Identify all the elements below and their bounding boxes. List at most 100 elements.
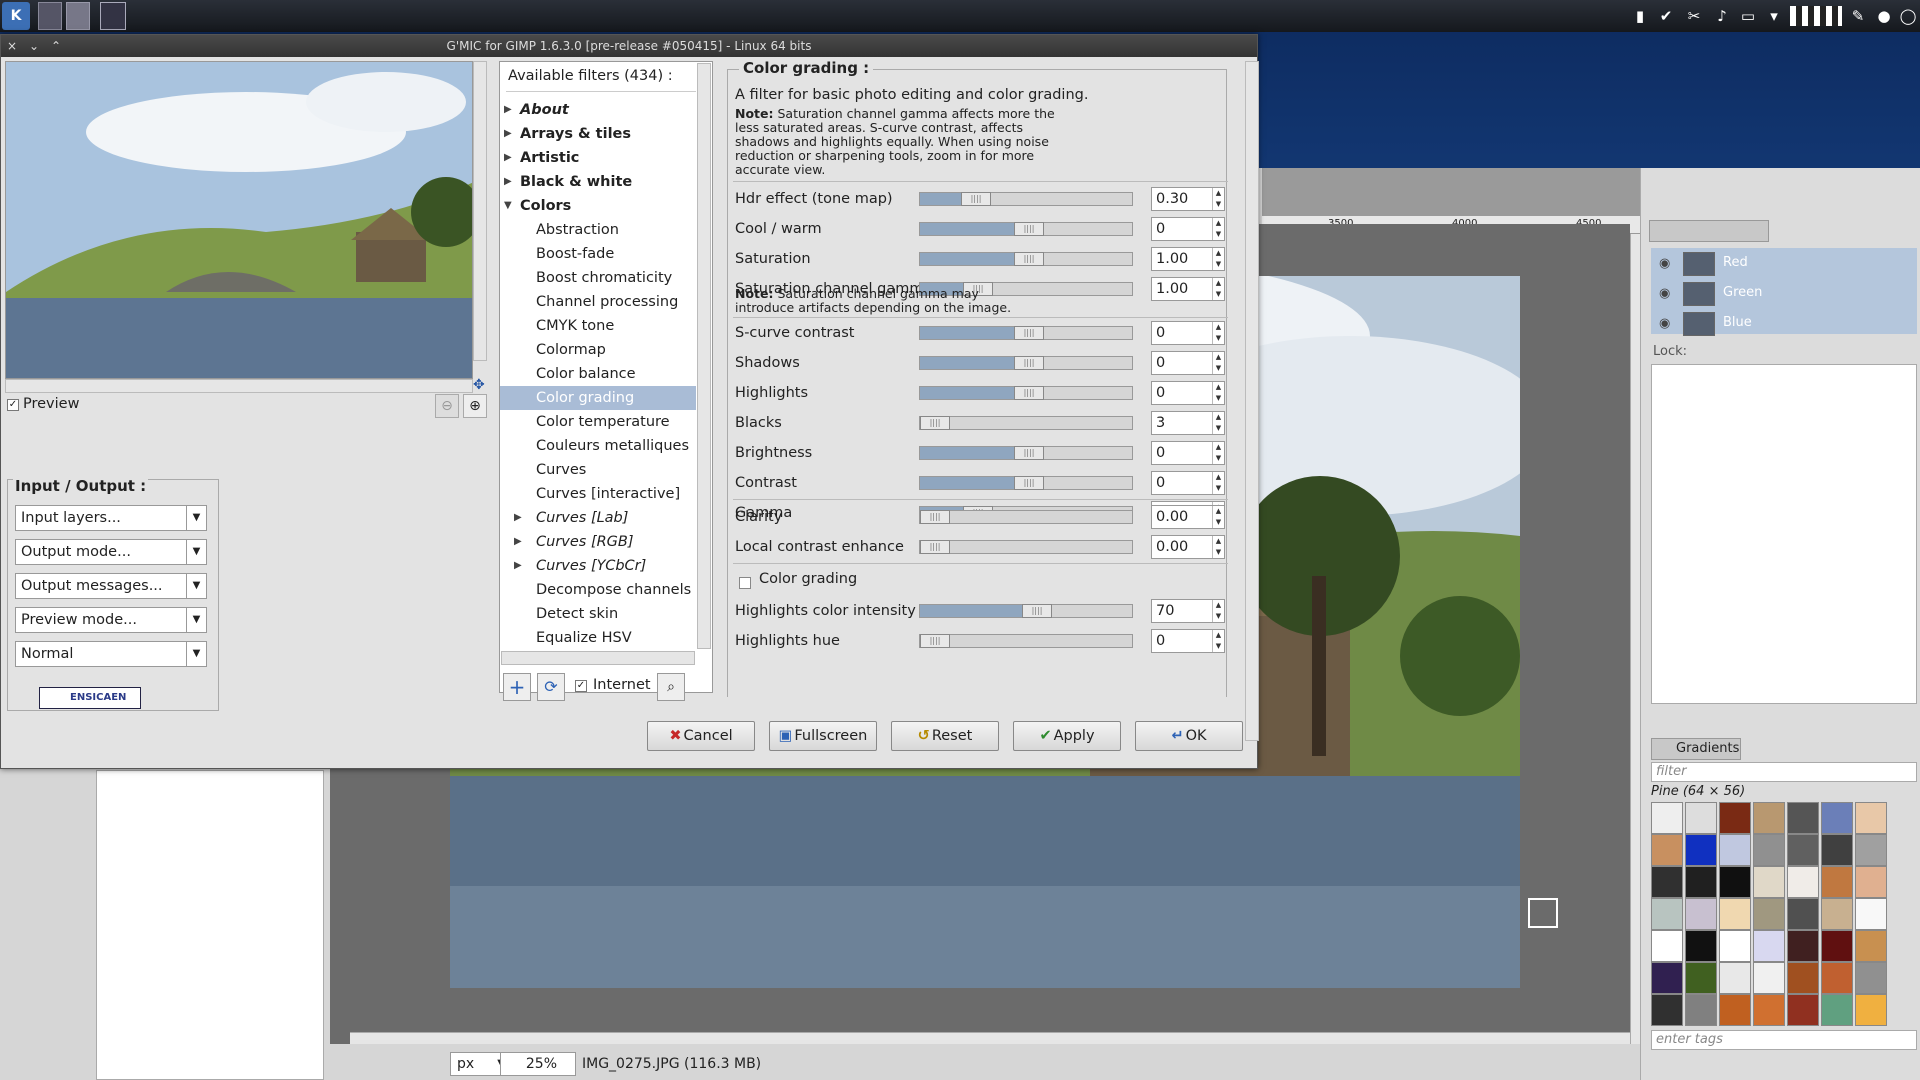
pattern-swatch[interactable] [1855,866,1887,898]
add-filter-icon[interactable]: + [503,673,531,701]
pattern-swatch[interactable] [1753,898,1785,930]
canvas-hscrollbar[interactable] [350,1032,1630,1044]
scissors-icon[interactable]: ✂ [1684,6,1704,26]
pattern-swatch[interactable] [1855,834,1887,866]
pattern-swatch[interactable] [1787,962,1819,994]
tree-item[interactable]: Channel processing [536,290,678,314]
channel-row-green[interactable]: ◉ Green [1655,280,1917,308]
pattern-swatch[interactable] [1821,866,1853,898]
tree-item[interactable]: Equalize HSV [536,626,632,650]
pattern-swatch[interactable] [1719,962,1751,994]
pattern-swatch[interactable] [1787,898,1819,930]
spin-arrows-icon[interactable]: ▲▼ [1212,412,1224,434]
spin-arrows-icon[interactable]: ▲▼ [1212,472,1224,494]
spin-arrows-icon[interactable]: ▲▼ [1212,248,1224,270]
battery-icon[interactable]: ▮ [1630,6,1650,26]
spin-arrows-icon[interactable]: ▲▼ [1212,382,1224,404]
tree-item[interactable]: Color temperature [536,410,670,434]
param-spinbox[interactable]: 70 ▲ ▼ [1151,599,1225,623]
param-slider[interactable]: |||| [919,356,1133,370]
pattern-swatch[interactable] [1651,834,1683,866]
search-icon[interactable]: ⌕ [657,673,685,701]
reset-button[interactable]: ↺ Reset [891,721,999,751]
tray-expand-icon[interactable]: ▾ [1764,6,1784,26]
desktop-pager-icon[interactable] [38,2,62,30]
eye-icon[interactable]: ◉ [1659,286,1670,301]
spin-arrows-icon[interactable]: ▲▼ [1212,322,1224,344]
tree-item[interactable]: ▶ About [504,98,569,122]
spin-arrows-icon[interactable]: ▲▼ [1212,630,1224,652]
zoom-out-icon[interactable]: ⊖ [435,394,459,418]
pen-icon[interactable]: ✎ [1848,6,1868,26]
tree-item[interactable]: ▶ Curves [YCbCr] [514,554,646,578]
slider-handle[interactable]: |||| [961,192,991,206]
pattern-swatch[interactable] [1685,898,1717,930]
volume-icon[interactable]: ♪ [1712,6,1732,26]
tree-item[interactable]: Color balance [536,362,636,386]
spin-arrows-icon[interactable]: ▲▼ [1212,188,1224,210]
param-slider[interactable]: |||| [919,192,1133,206]
device-icon[interactable]: ▭ [1738,6,1758,26]
spin-arrows-icon[interactable]: ▲▼ [1212,278,1224,300]
pattern-swatch[interactable] [1651,866,1683,898]
status-dot-icon[interactable]: ● [1874,6,1894,26]
tree-item[interactable]: Decompose channels [536,578,691,602]
tree-item[interactable]: ▶ Arrays & tiles [504,122,631,146]
pattern-swatch[interactable] [1753,930,1785,962]
io-combo[interactable]: Preview mode... ▼ [15,607,207,633]
pattern-swatch[interactable] [1855,898,1887,930]
pattern-swatch[interactable] [1719,898,1751,930]
zoom-in-icon[interactable]: ⊕ [463,394,487,418]
io-combo[interactable]: Output mode... ▼ [15,539,207,565]
param-spinbox[interactable]: 0 ▲ ▼ [1151,351,1225,375]
pattern-swatch[interactable] [1651,802,1683,834]
pattern-swatch[interactable] [1821,930,1853,962]
io-combo[interactable]: Input layers... ▼ [15,505,207,531]
collapsed-arrow-icon[interactable]: ▶ [504,146,512,170]
param-spinbox[interactable]: 0 ▲ ▼ [1151,471,1225,495]
tree-item[interactable]: Boost chromaticity [536,266,672,290]
move-icon[interactable]: ✥ [473,377,485,393]
tree-item[interactable]: Abstraction [536,218,619,242]
user-icon[interactable]: ◯ [1898,6,1918,26]
apply-button[interactable]: ✔ Apply [1013,721,1121,751]
color-grading-checkbox[interactable] [739,577,751,589]
pattern-swatch[interactable] [1719,802,1751,834]
network-icon[interactable]: ✔ [1656,6,1676,26]
pattern-swatch[interactable] [1855,802,1887,834]
pattern-swatch[interactable] [1685,930,1717,962]
collapsed-arrow-icon[interactable]: ▶ [504,122,512,146]
param-spinbox[interactable]: 0 ▲ ▼ [1151,381,1225,405]
pattern-swatch[interactable] [1821,962,1853,994]
pattern-swatch[interactable] [1855,994,1887,1026]
tree-item[interactable]: Curves [interactive] [536,482,680,506]
param-spinbox[interactable]: 0 ▲ ▼ [1151,441,1225,465]
collapsed-arrow-icon[interactable]: ▶ [504,170,512,194]
pattern-swatch[interactable] [1651,962,1683,994]
pattern-swatch[interactable] [1753,802,1785,834]
param-slider[interactable]: |||| [919,476,1133,490]
pattern-swatch[interactable] [1855,962,1887,994]
param-slider[interactable]: |||| [919,634,1133,648]
param-spinbox[interactable]: 3 ▲ ▼ [1151,411,1225,435]
pattern-swatch[interactable] [1787,866,1819,898]
pattern-swatch[interactable] [1821,802,1853,834]
pattern-swatch[interactable] [1787,834,1819,866]
collapsed-arrow-icon[interactable]: ▶ [504,98,512,122]
slider-handle[interactable]: |||| [1022,604,1052,618]
collapsed-arrow-icon[interactable]: ▶ [514,506,522,530]
minimize-icon[interactable]: ⌄ [29,35,39,57]
tree-item[interactable]: Curves [536,458,586,482]
param-spinbox[interactable]: 1.00 ▲▼ [1151,247,1225,271]
taskbar-window-icon[interactable] [100,2,126,30]
tags-input[interactable]: enter tags [1651,1030,1917,1050]
spin-arrows-icon[interactable]: ▲▼ [1212,536,1224,558]
param-slider[interactable]: |||| [919,252,1133,266]
param-slider[interactable]: |||| [919,510,1133,524]
pattern-swatch[interactable] [1685,866,1717,898]
param-slider[interactable]: |||| [919,446,1133,460]
pattern-swatch[interactable] [1719,834,1751,866]
pattern-swatch[interactable] [1651,930,1683,962]
pattern-swatch[interactable] [1753,962,1785,994]
pattern-swatch[interactable] [1685,994,1717,1026]
